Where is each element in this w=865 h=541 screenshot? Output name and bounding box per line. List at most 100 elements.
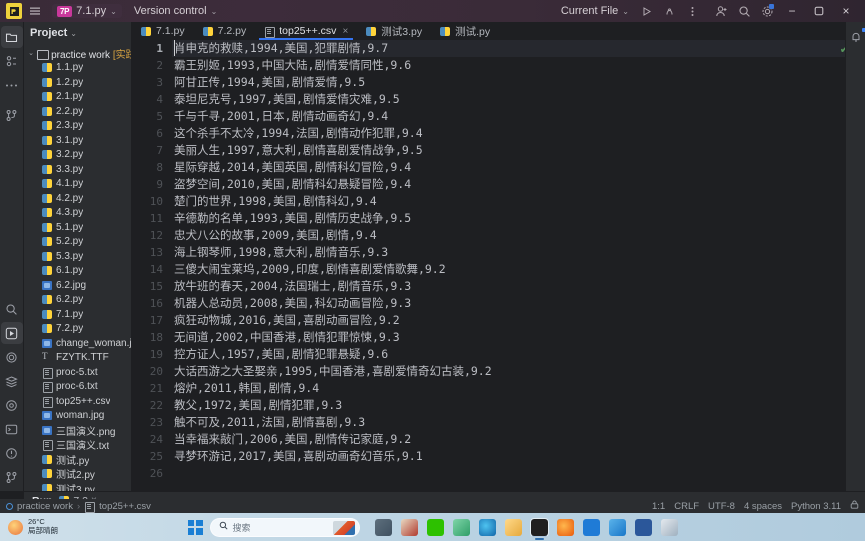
tree-node-file[interactable]: proc-5.txt — [24, 365, 131, 380]
search-everywhere-icon[interactable] — [1, 298, 23, 320]
code-line[interactable]: 星际穿越,2014,美国英国,剧情科幻冒险,9.4 — [172, 159, 865, 176]
tree-node-root[interactable]: ⌄ practice work [实践作业 — [24, 46, 131, 61]
main-menu-icon[interactable] — [25, 2, 45, 20]
run-button[interactable] — [635, 2, 657, 20]
project-panel-header[interactable]: Project ⌄ — [24, 22, 131, 44]
code-line[interactable]: 当幸福来敲门,2006,美国,剧情传记家庭,9.2 — [172, 431, 865, 448]
breadcrumb-item-file[interactable]: top25++.csv — [99, 501, 151, 512]
code-line[interactable]: 楚门的世界,1998,美国,剧情科幻,9.4 — [172, 193, 865, 210]
editor-tab--3-py[interactable]: 测试3.py — [357, 22, 431, 40]
code-line[interactable]: 触不可及,2011,法国,剧情喜剧,9.3 — [172, 414, 865, 431]
sidebar-item-problems[interactable] — [1, 442, 23, 464]
tree-node-file[interactable]: top25++.csv — [24, 394, 131, 409]
code-line[interactable]: 放牛班的春天,2004,法国瑞士,剧情音乐,9.3 — [172, 278, 865, 295]
tree-node-file[interactable]: 4.2.py — [24, 191, 131, 206]
tree-node-file[interactable]: 测试2.py — [24, 467, 131, 481]
weather-widget[interactable]: 26°C 局部晴朗 — [8, 518, 58, 535]
taskbar-icon-file-explorer[interactable] — [504, 518, 522, 536]
tree-node-file[interactable]: 1.2.py — [24, 75, 131, 90]
file-encoding[interactable]: UTF-8 — [708, 501, 735, 512]
taskbar-icon-wechat[interactable] — [426, 518, 444, 536]
maximize-button[interactable] — [806, 1, 832, 21]
close-icon[interactable]: × — [342, 26, 348, 37]
tree-node-file[interactable]: 4.1.py — [24, 177, 131, 192]
code-line[interactable]: 三傻大闹宝莱坞,2009,印度,剧情喜剧爱情歌舞,9.2 — [172, 261, 865, 278]
lock-icon[interactable] — [850, 500, 859, 512]
tree-node-file[interactable]: 1.1.py — [24, 61, 131, 76]
code-line[interactable]: 控方证人,1957,美国,剧情犯罪悬疑,9.6 — [172, 346, 865, 363]
code-editor[interactable]: 1 2 3 4 5 6 7 8 9 10 11 12 13 14 15 16 17 18 19 20 21 22 23 24 2… — [132, 40, 865, 491]
code-line[interactable]: 大话西游之大圣娶亲,1995,中国香港,喜剧爱情奇幻古装,9.2 — [172, 363, 865, 380]
tree-node-file[interactable]: woman.jpg — [24, 409, 131, 424]
tree-node-file[interactable]: 6.1.py — [24, 264, 131, 279]
sidebar-item-terminal[interactable] — [1, 418, 23, 440]
tree-node-file[interactable]: 7.2.py — [24, 322, 131, 337]
code-line[interactable]: 海上钢琴师,1998,意大利,剧情音乐,9.3 — [172, 244, 865, 261]
taskbar-search-box[interactable]: 搜索 — [209, 517, 360, 537]
taskbar-icon-notes[interactable] — [660, 518, 678, 536]
code-line[interactable]: 辛德勒的名单,1993,美国,剧情历史战争,9.5 — [172, 210, 865, 227]
tree-node-file[interactable]: 测试.py — [24, 452, 131, 467]
tree-node-file[interactable]: 3.3.py — [24, 162, 131, 177]
code-line[interactable]: 寻梦环游记,2017,美国,喜剧动画奇幻音乐,9.1 — [172, 448, 865, 465]
code-line[interactable]: 霸王别姬,1993,中国大陆,剧情爱情同性,9.6 — [172, 57, 865, 74]
sidebar-item-run[interactable] — [0, 322, 23, 344]
taskbar-icon-thunder[interactable] — [608, 518, 626, 536]
code-line[interactable]: 千与千寻,2001,日本,剧情动画奇幻,9.4 — [172, 108, 865, 125]
tree-node-file[interactable]: 5.3.py — [24, 249, 131, 264]
editor-tab-7-2-py[interactable]: 7.2.py — [194, 22, 256, 40]
tree-node-file[interactable]: 6.2.py — [24, 293, 131, 308]
code-line[interactable]: 机器人总动员,2008,美国,科幻动画冒险,9.3 — [172, 295, 865, 312]
taskbar-icon-store[interactable] — [400, 518, 418, 536]
tree-node-file[interactable]: 6.2.jpg — [24, 278, 131, 293]
code-lines[interactable]: 肖申克的救赎,1994,美国,犯罪剧情,9.7 霸王别姬,1993,中国大陆,剧情… — [172, 40, 865, 491]
sidebar-item-python-packages[interactable] — [1, 346, 23, 368]
tree-node-file[interactable]: 4.3.py — [24, 206, 131, 221]
caret-position[interactable]: 1:1 — [652, 501, 665, 512]
sidebar-item-version-control[interactable] — [1, 466, 23, 488]
code-line[interactable]: 无间道,2002,中国香港,剧情犯罪惊悚,9.3 — [172, 329, 865, 346]
notifications-icon[interactable] — [845, 26, 865, 48]
code-line[interactable]: 忠犬八公的故事,2009,美国,剧情,9.4 — [172, 227, 865, 244]
project-chip[interactable]: 7P 7.1.py ⌄ — [52, 4, 122, 18]
taskbar-icon-word[interactable] — [634, 518, 652, 536]
taskbar-icon-edge[interactable] — [478, 518, 496, 536]
tree-node-file[interactable]: change_woman.jpg — [24, 336, 131, 351]
chevron-down-icon[interactable]: ⌄ — [28, 49, 34, 57]
gear-icon[interactable] — [756, 2, 778, 20]
code-line[interactable]: 熔炉,2011,韩国,剧情,9.4 — [172, 380, 865, 397]
tree-node-file[interactable]: 2.1.py — [24, 90, 131, 105]
code-line[interactable] — [172, 465, 865, 482]
sidebar-item-plugins[interactable] — [1, 394, 23, 416]
taskbar-icon-kugou[interactable] — [582, 518, 600, 536]
tree-node-file[interactable]: 7.1.py — [24, 307, 131, 322]
code-line[interactable]: 这个杀手不太冷,1994,法国,剧情动作犯罪,9.4 — [172, 125, 865, 142]
tree-node-file[interactable]: proc-6.txt — [24, 380, 131, 395]
tree-node-file[interactable]: 3.2.py — [24, 148, 131, 163]
tree-node-file[interactable]: FZYTK.TTF — [24, 351, 131, 366]
line-separator[interactable]: CRLF — [674, 501, 699, 512]
editor-tab--py[interactable]: 测试.py — [431, 22, 499, 40]
close-button[interactable]: × — [833, 1, 859, 21]
debug-button[interactable] — [658, 2, 680, 20]
editor-tab-7-1-py[interactable]: 7.1.py — [132, 22, 194, 40]
tree-node-file[interactable]: 5.2.py — [24, 235, 131, 250]
code-line[interactable]: 阿甘正传,1994,美国,剧情爱情,9.5 — [172, 74, 865, 91]
taskbar-icon-task-view[interactable] — [374, 518, 392, 536]
sidebar-item-pull-requests[interactable] — [1, 104, 23, 126]
version-control-menu[interactable]: Version control ⌄ — [129, 4, 222, 18]
code-line[interactable]: 泰坦尼克号,1997,美国,剧情爱情灾难,9.5 — [172, 91, 865, 108]
more-vertical-icon[interactable] — [681, 2, 703, 20]
python-interpreter[interactable]: Python 3.11 — [791, 501, 841, 512]
sidebar-item-project[interactable] — [0, 26, 23, 48]
code-line[interactable]: 疯狂动物城,2016,美国,喜剧动画冒险,9.2 — [172, 312, 865, 329]
run-configuration-selector[interactable]: Current File ⌄ — [556, 4, 634, 18]
tree-node-file[interactable]: 三国演义.png — [24, 423, 131, 438]
tree-node-file[interactable]: 2.2.py — [24, 104, 131, 119]
tree-node-file[interactable]: 三国演义.txt — [24, 438, 131, 452]
tree-node-file[interactable]: 5.1.py — [24, 220, 131, 235]
tree-node-file[interactable]: 2.3.py — [24, 119, 131, 134]
editor-tab-top25-csv[interactable]: top25++.csv × — [255, 22, 357, 40]
sidebar-item-database[interactable] — [1, 370, 23, 392]
code-line[interactable]: 美丽人生,1997,意大利,剧情喜剧爱情战争,9.5 — [172, 142, 865, 159]
